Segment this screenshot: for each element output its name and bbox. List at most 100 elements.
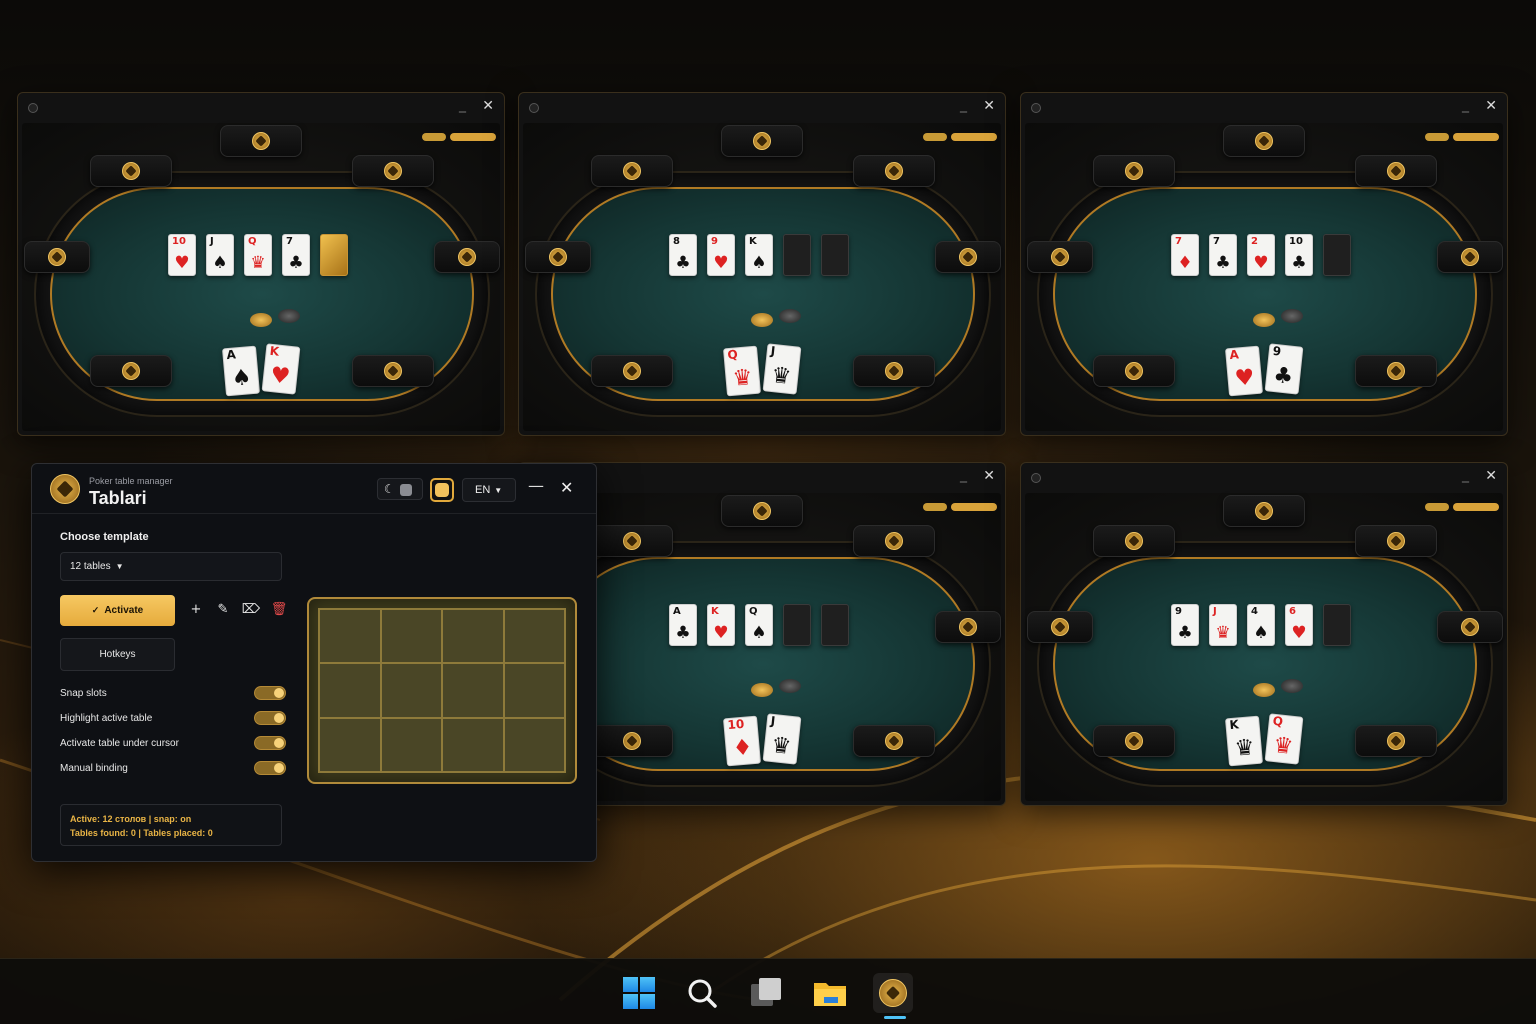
player-seat[interactable] [935, 241, 1001, 273]
bet-chips-icon [1281, 679, 1303, 693]
poker-table-window[interactable]: _ ✕ 9 ♣ J ♛ 4 ♠ 6 ♥ K ♛ Q ♛ [1020, 462, 1508, 806]
hole-card: K ♥ [261, 343, 301, 395]
template-select[interactable]: 12 tables ▼ [60, 552, 282, 581]
table-balance-pill [951, 133, 997, 141]
card-suit-icon: ♛ [770, 362, 793, 390]
player-seat[interactable] [591, 525, 673, 557]
snap-slots-toggle[interactable] [254, 686, 286, 700]
table-minimize-button[interactable]: _ [960, 467, 967, 483]
layout-slot[interactable] [380, 609, 442, 664]
table-close-button[interactable]: ✕ [1485, 98, 1497, 114]
player-seat[interactable] [220, 125, 302, 157]
player-seat[interactable] [853, 525, 935, 557]
edit-template-button[interactable]: ✎ [213, 600, 233, 620]
seat-chip-icon [623, 162, 641, 180]
player-seat[interactable] [90, 155, 172, 187]
layout-slot[interactable] [380, 663, 442, 718]
seat-chip-icon [1255, 132, 1273, 150]
tablari-manager-window[interactable]: Poker table manager Tablari ☾ EN ▼ — ✕ Ch… [31, 463, 597, 862]
manual-binding-toggle[interactable] [254, 761, 286, 775]
player-seat[interactable] [853, 725, 935, 757]
player-seat[interactable] [1093, 725, 1175, 757]
player-seat[interactable] [1027, 241, 1093, 273]
table-minimize-button[interactable]: _ [1462, 467, 1469, 483]
player-seat[interactable] [1355, 525, 1437, 557]
player-seat[interactable] [853, 355, 935, 387]
card-suit-icon: ♦ [731, 735, 754, 762]
accent-color-button[interactable] [430, 478, 454, 502]
table-info-pill [1425, 133, 1449, 141]
card-suit-icon: ♣ [288, 253, 304, 273]
layout-slot[interactable] [319, 663, 381, 718]
language-select[interactable]: EN ▼ [462, 478, 516, 502]
player-seat[interactable] [935, 611, 1001, 643]
table-close-button[interactable]: ✕ [983, 468, 995, 484]
table-close-button[interactable]: ✕ [482, 98, 494, 114]
player-seat[interactable] [1093, 155, 1175, 187]
player-seat[interactable] [721, 495, 803, 527]
bet-chips-icon [1281, 309, 1303, 323]
poker-table-window[interactable]: _ ✕ 8 ♣ 9 ♥ K ♠ Q ♛ J ♛ [518, 92, 1006, 436]
table-titlebar: _ ✕ [519, 93, 1005, 123]
player-seat[interactable] [24, 241, 90, 273]
layout-slot[interactable] [442, 717, 504, 772]
player-seat[interactable] [591, 355, 673, 387]
hotkeys-button[interactable]: Hotkeys [60, 638, 175, 671]
table-close-button[interactable]: ✕ [983, 98, 995, 114]
player-seat[interactable] [1093, 355, 1175, 387]
layout-slot[interactable] [380, 717, 442, 772]
theme-toggle[interactable]: ☾ [377, 478, 423, 500]
player-seat[interactable] [1223, 125, 1305, 157]
player-seat[interactable] [591, 725, 673, 757]
layout-slot[interactable] [503, 663, 565, 718]
activate-under-cursor-toggle[interactable] [254, 736, 286, 750]
player-seat[interactable] [1437, 241, 1503, 273]
player-seat[interactable] [1355, 725, 1437, 757]
table-minimize-button[interactable]: _ [960, 97, 967, 113]
layout-slot[interactable] [442, 609, 504, 664]
player-seat[interactable] [1223, 495, 1305, 527]
layout-slot[interactable] [319, 717, 381, 772]
file-explorer-button[interactable] [810, 973, 850, 1013]
player-seat[interactable] [90, 355, 172, 387]
board-card [1323, 604, 1351, 646]
rename-template-button[interactable]: ⌦ [241, 600, 261, 620]
player-seat[interactable] [1093, 525, 1175, 557]
delete-template-button[interactable]: 🗑 [269, 600, 289, 620]
task-view-button[interactable] [746, 973, 786, 1013]
layout-slot[interactable] [503, 609, 565, 664]
layout-preview[interactable] [307, 597, 577, 784]
activate-button[interactable]: ✓ Activate [60, 595, 175, 626]
player-seat[interactable] [352, 355, 434, 387]
card-rank: A [1228, 347, 1240, 363]
table-close-button[interactable]: ✕ [1485, 468, 1497, 484]
player-seat[interactable] [1437, 611, 1503, 643]
table-info-pill [422, 133, 446, 141]
player-seat[interactable] [1355, 155, 1437, 187]
player-seat[interactable] [721, 125, 803, 157]
highlight-active-toggle[interactable] [254, 711, 286, 725]
close-button[interactable]: ✕ [560, 478, 573, 497]
player-seat[interactable] [1027, 611, 1093, 643]
minimize-button[interactable]: — [528, 476, 544, 495]
add-template-button[interactable]: + [186, 600, 206, 620]
layout-slot[interactable] [503, 717, 565, 772]
poker-table-window[interactable]: _ ✕ 10 ♥ J ♠ Q ♛ 7 ♣ A ♠ K ♥ [17, 92, 505, 436]
layout-slot[interactable] [442, 663, 504, 718]
search-button[interactable] [682, 973, 722, 1013]
tablari-taskbar-button[interactable] [873, 973, 913, 1013]
poker-table-window[interactable]: _ ✕ 7 ♦ 7 ♣ 2 ♥ 10 ♣ A ♥ 9 ♣ [1020, 92, 1508, 436]
player-seat[interactable] [525, 241, 591, 273]
seat-chip-icon [1125, 362, 1143, 380]
player-seat[interactable] [591, 155, 673, 187]
table-minimize-button[interactable]: _ [1462, 97, 1469, 113]
player-seat[interactable] [434, 241, 500, 273]
start-button[interactable] [619, 973, 659, 1013]
layout-slot[interactable] [319, 609, 381, 664]
player-seat[interactable] [352, 155, 434, 187]
player-seat[interactable] [1355, 355, 1437, 387]
table-view: 9 ♣ J ♛ 4 ♠ 6 ♥ K ♛ Q ♛ [1025, 493, 1503, 801]
table-minimize-button[interactable]: _ [459, 97, 466, 113]
app-subtitle: Poker table manager [89, 476, 173, 486]
player-seat[interactable] [853, 155, 935, 187]
